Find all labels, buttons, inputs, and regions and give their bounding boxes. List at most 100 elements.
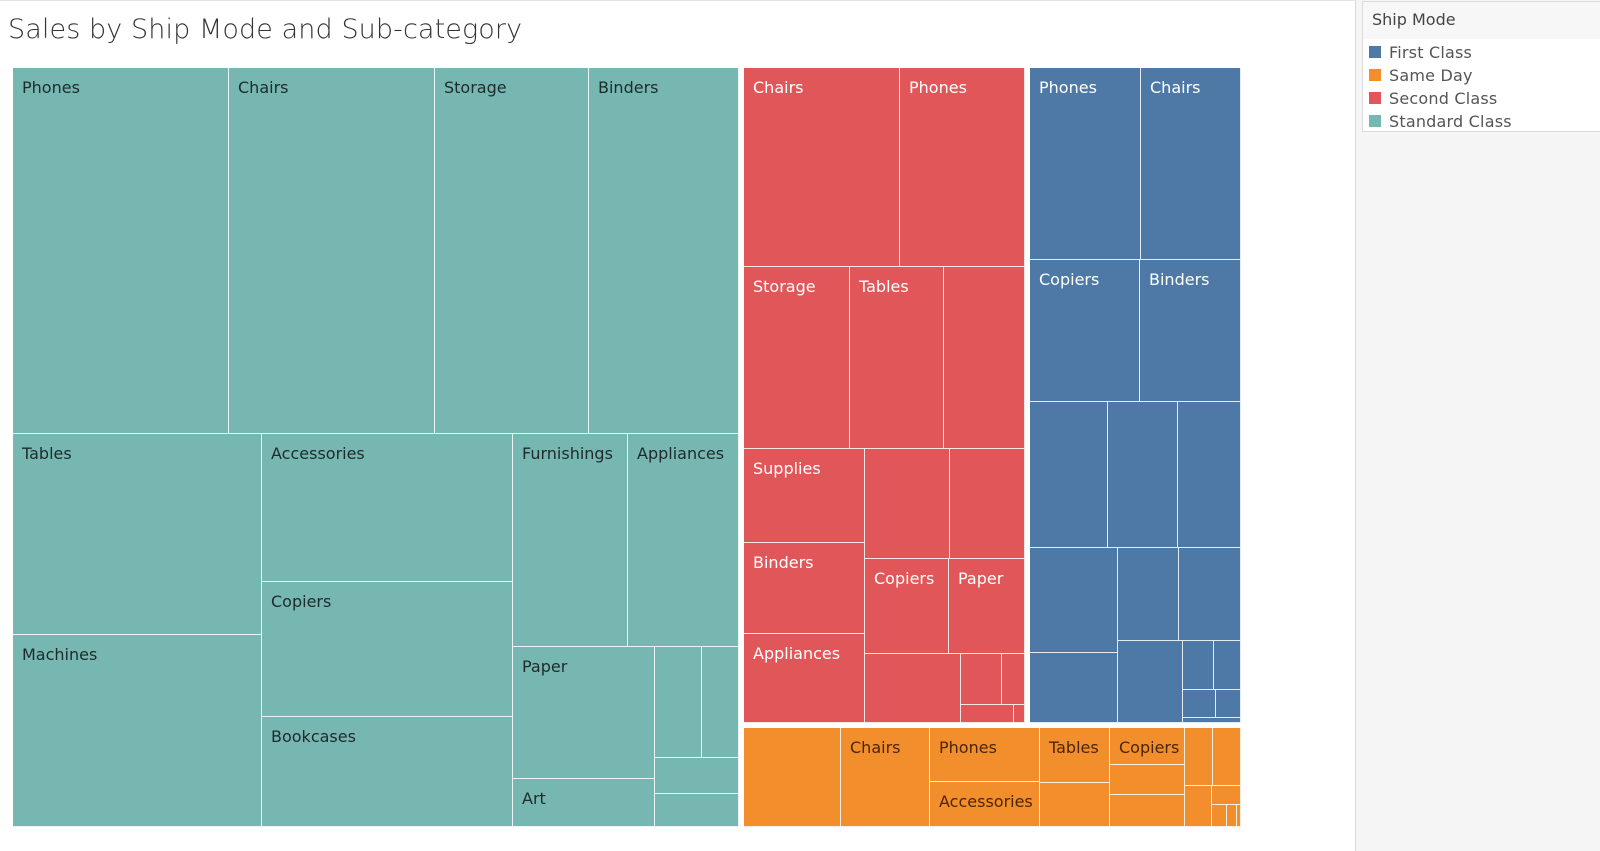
legend-title: Ship Mode — [1363, 2, 1600, 39]
legend-swatch-icon — [1369, 69, 1381, 81]
treemap-cell-first-class-machines[interactable] — [1178, 402, 1241, 548]
treemap-cell-standard-class-storage[interactable]: Storage — [435, 68, 589, 434]
treemap-cell-same-day-appliances[interactable] — [1185, 728, 1213, 786]
treemap-cell-standard-class-fasteners[interactable] — [655, 794, 739, 827]
treemap-cell-label: Chairs — [238, 78, 289, 97]
treemap-cell-second-class-art[interactable] — [961, 654, 1002, 705]
treemap-cell-label: Binders — [753, 553, 814, 572]
treemap-cell-label: Appliances — [637, 444, 725, 463]
treemap-cell-standard-class-machines[interactable]: Machines — [13, 635, 262, 827]
legend-label: First Class — [1389, 42, 1473, 62]
treemap-cell-standard-class-chairs[interactable]: Chairs — [229, 68, 435, 434]
treemap-cell-label: Storage — [753, 277, 816, 296]
treemap-cell-label: Chairs — [1150, 78, 1201, 97]
treemap-cell-second-class-phones[interactable]: Phones — [900, 68, 1025, 267]
treemap-cell-label: Tables — [1049, 738, 1099, 757]
treemap-cell-same-day-art[interactable] — [1212, 805, 1227, 827]
treemap-cell-label: Copiers — [1119, 738, 1180, 757]
treemap-cell-second-class-tables[interactable]: Tables — [850, 267, 944, 449]
legend-item-standard-class[interactable]: Standard Class — [1369, 110, 1512, 132]
treemap-cell-first-class-tables[interactable] — [1030, 402, 1108, 548]
treemap-cell-label: Machines — [22, 645, 98, 664]
treemap-cell-label: Accessories — [939, 792, 1033, 811]
treemap-cell-same-day-copiers[interactable]: Copiers — [1110, 728, 1185, 765]
treemap-cell-standard-class-tables[interactable]: Tables — [13, 434, 262, 635]
treemap-cell-same-day-supplies[interactable] — [1212, 786, 1241, 805]
treemap-cell-standard-class-copiers[interactable]: Copiers — [262, 582, 513, 717]
treemap-cell-second-class-appliances[interactable]: Appliances — [744, 634, 865, 723]
treemap-cell-standard-class-binders[interactable]: Binders — [589, 68, 739, 434]
legend-pane: Ship Mode First Class Same Day Second Cl… — [1355, 0, 1600, 851]
treemap-cell-second-class-binders[interactable]: Binders — [744, 543, 865, 634]
treemap-cell-standard-class-labels[interactable] — [655, 758, 739, 794]
treemap-cell-label: Tables — [859, 277, 909, 296]
treemap-cell-second-class-bookcases[interactable] — [950, 449, 1025, 559]
treemap-cell-first-class-storage[interactable] — [1108, 402, 1178, 548]
treemap-cell-second-class-envelopes[interactable] — [1002, 654, 1025, 705]
treemap-cell-first-class-envelopes[interactable] — [1183, 690, 1216, 718]
treemap-cell-label: Furnishings — [522, 444, 613, 463]
legend-item-first-class[interactable]: First Class — [1369, 41, 1472, 63]
treemap-cell-label: Phones — [939, 738, 997, 757]
treemap-cell-second-class-copiers[interactable]: Copiers — [865, 559, 949, 654]
treemap-cell-same-day-machines[interactable] — [1040, 783, 1110, 827]
treemap-cell-second-class-fasteners[interactable] — [1014, 705, 1025, 723]
treemap-cell-label: Storage — [444, 78, 507, 97]
treemap-cell-first-class-supplies[interactable] — [1183, 641, 1214, 690]
treemap-cell-standard-class-paper[interactable]: Paper — [513, 647, 655, 779]
treemap-cell-first-class-chairs[interactable]: Chairs — [1141, 68, 1241, 260]
treemap-cell-standard-class-bookcases[interactable]: Bookcases — [262, 717, 513, 827]
treemap-cell-same-day-tables[interactable]: Tables — [1040, 728, 1110, 783]
treemap-cell-same-day-binders[interactable] — [1110, 765, 1185, 795]
treemap-cell-label: Bookcases — [271, 727, 356, 746]
treemap-cell-same-day-furnishings[interactable] — [1213, 728, 1241, 786]
treemap-cell-standard-class-accessories[interactable]: Accessories — [262, 434, 513, 582]
treemap-cell-standard-class-art[interactable]: Art — [513, 779, 655, 827]
treemap-cell-first-class-fasteners[interactable] — [1183, 718, 1241, 723]
treemap-cell-standard-class-phones[interactable]: Phones — [13, 68, 229, 434]
treemap-cell-label: Appliances — [753, 644, 841, 663]
treemap-cell-second-class-accessories[interactable] — [944, 267, 1025, 449]
treemap-cell-same-day-chairs[interactable]: Chairs — [841, 728, 930, 827]
treemap-cell-second-class-labels[interactable] — [961, 705, 1014, 723]
treemap-cell-second-class-machines[interactable] — [865, 449, 950, 559]
treemap-cell-standard-class-appliances[interactable]: Appliances — [628, 434, 739, 647]
treemap-cell-same-day-storage[interactable] — [744, 728, 841, 827]
treemap-cell-standard-class-envelopes[interactable] — [655, 647, 702, 758]
legend-swatch-icon — [1369, 115, 1381, 127]
treemap-cell-label: Binders — [598, 78, 659, 97]
treemap-cell-standard-class-supplies[interactable] — [702, 647, 739, 758]
treemap-cell-first-class-furnishings[interactable] — [1179, 548, 1241, 641]
treemap-cell-same-day-paper[interactable] — [1185, 786, 1212, 827]
treemap-cell-first-class-labels[interactable] — [1216, 690, 1241, 718]
treemap-cell-same-day-labels[interactable] — [1237, 805, 1241, 827]
treemap-cell-first-class-appliances[interactable] — [1118, 548, 1179, 641]
treemap-cell-second-class-storage[interactable]: Storage — [744, 267, 850, 449]
treemap-cell-label: Supplies — [753, 459, 821, 478]
legend-swatch-icon — [1369, 46, 1381, 58]
treemap-cell-first-class-phones[interactable]: Phones — [1030, 68, 1141, 260]
treemap-cell-first-class-accessories[interactable] — [1030, 548, 1118, 653]
treemap-cell-second-class-chairs[interactable]: Chairs — [744, 68, 900, 267]
legend-label: Second Class — [1389, 88, 1498, 108]
treemap-cell-second-class-supplies[interactable]: Supplies — [744, 449, 865, 543]
treemap-cell-label: Accessories — [271, 444, 365, 463]
treemap-cell-same-day-bookcases[interactable] — [1110, 795, 1185, 827]
legend-item-second-class[interactable]: Second Class — [1369, 87, 1497, 109]
treemap-cell-same-day-envelopes[interactable] — [1227, 805, 1237, 827]
ship-mode-legend: Ship Mode First Class Same Day Second Cl… — [1362, 1, 1600, 132]
treemap-cell-second-class-furnishings[interactable] — [865, 654, 961, 723]
treemap-cell-second-class-paper[interactable]: Paper — [949, 559, 1025, 654]
treemap-cell-first-class-copiers[interactable]: Copiers — [1030, 260, 1140, 402]
treemap-cell-same-day-phones[interactable]: Phones — [930, 728, 1040, 782]
treemap-cell-first-class-art[interactable] — [1214, 641, 1241, 690]
treemap-cell-first-class-bookcases[interactable] — [1030, 653, 1118, 723]
treemap-cell-label: Phones — [1039, 78, 1097, 97]
treemap-cell-first-class-paper[interactable] — [1118, 641, 1183, 723]
treemap-cell-standard-class-furnishings[interactable]: Furnishings — [513, 434, 628, 647]
treemap-cell-first-class-binders[interactable]: Binders — [1140, 260, 1241, 402]
treemap-cell-same-day-accessories[interactable]: Accessories — [930, 782, 1040, 827]
treemap-cell-label: Paper — [958, 569, 1004, 588]
treemap-cell-label: Binders — [1149, 270, 1210, 289]
legend-item-same-day[interactable]: Same Day — [1369, 64, 1473, 86]
